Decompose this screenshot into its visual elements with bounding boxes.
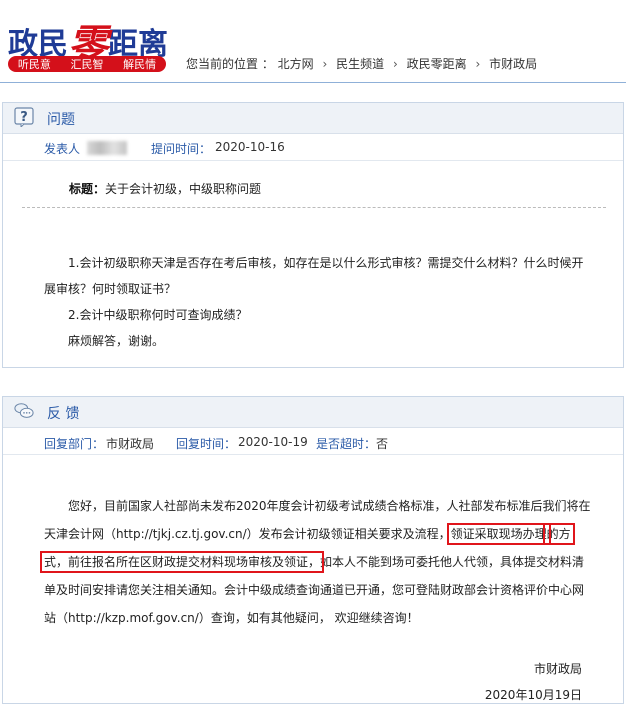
- logo-tag: 解民情: [123, 58, 157, 71]
- breadcrumb: 您当前的位置 ： 北方网 › 民生频道 › 政民零距离 › 市财政局: [186, 55, 537, 72]
- reply-time-label: 回复时间：: [176, 437, 237, 451]
- poster-label: 发表人: [44, 142, 81, 156]
- breadcrumb-link-zhengmin[interactable]: 政民零距离: [407, 57, 467, 71]
- question-paragraph: 2.会计中级职称何时可查询成绩？: [68, 308, 248, 322]
- question-title-value: 关于会计初级，中级职称问题: [105, 182, 262, 196]
- answer-highlight: 领证采取现场办理: [446, 523, 551, 545]
- chat-bubbles-icon: [14, 403, 34, 418]
- answer-header: 反 馈: [3, 397, 623, 428]
- ask-time-value: 2020-10-16: [215, 140, 285, 154]
- breadcrumb-separator: ›: [392, 57, 398, 71]
- overdue-value: 否: [376, 437, 389, 451]
- answer-meta-row: 回复部门： 市财政局 回复时间： 2020-10-19 是否超时： 否: [3, 428, 623, 455]
- breadcrumb-separator: ›: [475, 57, 481, 71]
- question-body: 1.会计初级职称天津是否存在考后审核，如存在是以什么形式审核？需提交什么材料？什…: [44, 250, 584, 354]
- logo-tagline-bar: 听民意 汇民智 解民情: [8, 56, 166, 72]
- answer-paragraph: 您好，目前国家人社部尚未发布2020年度会计初级考试成绩合格标准，人社部发布标准…: [40, 492, 594, 632]
- dashed-divider: [22, 207, 606, 208]
- reply-time-value: 2020-10-19: [238, 435, 308, 449]
- question-header: ? 问题: [3, 103, 623, 134]
- logo-tag: 汇民智: [70, 58, 104, 71]
- reply-dept-label: 回复部门：: [44, 437, 105, 451]
- answer-signature: 市财政局: [533, 662, 582, 676]
- answer-body: 您好，目前国家人社部尚未发布2020年度会计初级考试成绩合格标准，人社部发布标准…: [40, 492, 594, 632]
- breadcrumb-link-minsheng[interactable]: 民生频道: [336, 57, 384, 71]
- question-title: 标题：关于会计初级，中级职称问题: [69, 180, 261, 197]
- breadcrumb-separator: ›: [322, 57, 328, 71]
- overdue-label: 是否超时：: [316, 437, 377, 451]
- ask-time-label: 提问时间：: [151, 142, 212, 156]
- question-meta-row: 发表人 提问时间： 2020-10-16: [3, 134, 623, 161]
- question-mark-icon: ?: [14, 107, 34, 127]
- reply-dept-value: 市财政局: [106, 437, 155, 451]
- location-label: 您当前的位置 ：: [186, 57, 274, 71]
- question-title-label: 标题：: [69, 182, 106, 196]
- question-paragraph: 1.会计初级职称天津是否存在考后审核，如存在是以什么形式审核？需提交什么材料？什…: [44, 256, 584, 296]
- question-paragraph: 麻烦解答，谢谢。: [68, 334, 165, 348]
- answer-section-title: 反 馈: [47, 406, 80, 422]
- breadcrumb-link-beifang[interactable]: 北方网: [278, 57, 314, 71]
- svg-text:?: ?: [20, 110, 28, 125]
- poster-name-redacted: [87, 141, 127, 155]
- answer-date: 2020年10月19日: [484, 688, 582, 702]
- logo-tag: 听民意: [17, 58, 51, 71]
- header-divider: [0, 82, 626, 83]
- breadcrumb-link-caizheng[interactable]: 市财政局: [489, 57, 537, 71]
- question-section-title: 问题: [47, 112, 75, 128]
